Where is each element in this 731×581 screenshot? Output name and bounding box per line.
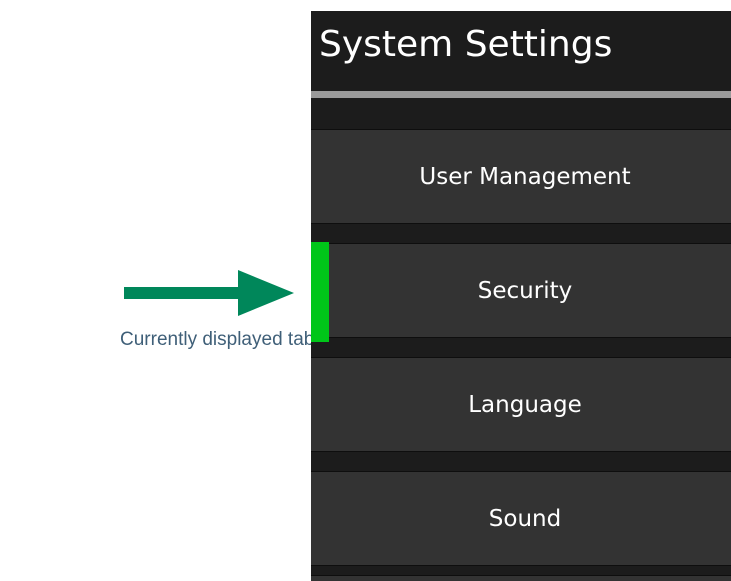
tab-next-partial[interactable] — [311, 575, 731, 581]
tab-label: User Management — [419, 163, 631, 190]
tab-label: Security — [477, 277, 573, 304]
active-tab-indicator — [311, 242, 329, 342]
annotation-arrow-icon — [124, 270, 294, 316]
tab-user-management[interactable]: User Management — [311, 129, 731, 224]
panel-title: System Settings — [319, 24, 613, 65]
tab-security[interactable]: Security — [311, 242, 731, 342]
system-settings-panel: System Settings User Management Security… — [311, 11, 731, 581]
tab-label: Sound — [488, 505, 562, 532]
tab-sound[interactable]: Sound — [311, 471, 731, 566]
title-divider — [311, 91, 731, 98]
tab-language[interactable]: Language — [311, 357, 731, 452]
screenshot-stage: Currently displayed tab System Settings … — [0, 0, 731, 581]
tab-label: Language — [468, 391, 582, 418]
annotation-label: Currently displayed tab — [120, 329, 315, 350]
